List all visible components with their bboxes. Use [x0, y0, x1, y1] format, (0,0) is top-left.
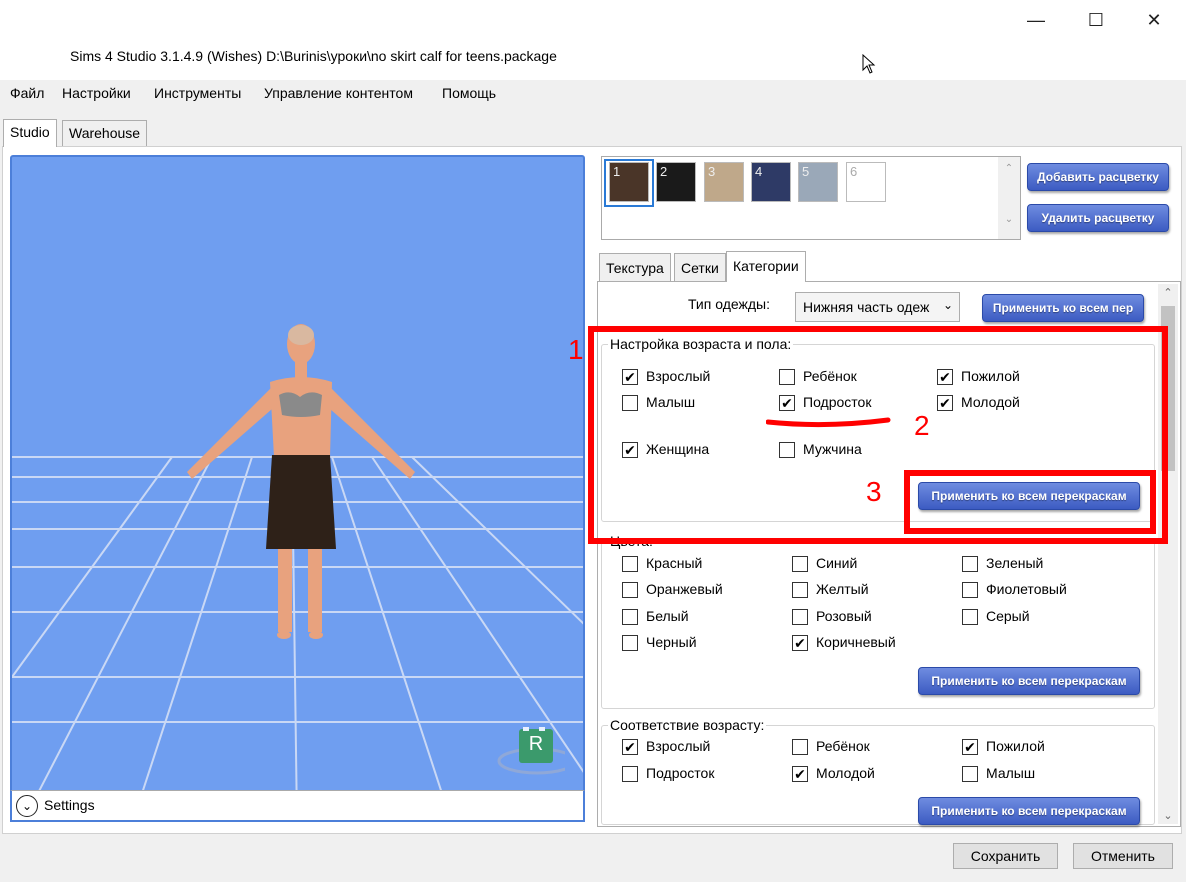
menu-tools[interactable]: Инструменты: [154, 85, 241, 101]
title-bar: [0, 0, 1186, 80]
color-label-10: Коричневый: [816, 634, 896, 650]
age-match-label-3: Подросток: [646, 765, 715, 781]
badge-letter: R: [528, 733, 544, 755]
color-label-1: Синий: [816, 555, 858, 571]
cancel-button[interactable]: Отменить: [1073, 843, 1173, 869]
color-label-7: Розовый: [816, 608, 872, 624]
tab-texture[interactable]: Текстура: [599, 253, 671, 281]
age-match-label-2: Пожилой: [986, 738, 1045, 754]
color-label-8: Серый: [986, 608, 1030, 624]
apply-clothing-type-button[interactable]: Применить ко всем пер: [982, 294, 1144, 322]
annotation-underline: [765, 414, 892, 428]
color-checkbox-7[interactable]: [792, 609, 808, 625]
menu-settings[interactable]: Настройки: [62, 85, 131, 101]
swatch-5[interactable]: 5: [798, 162, 838, 202]
maximize-button[interactable]: ☐: [1076, 6, 1116, 34]
age-match-label-0: Взрослый: [646, 738, 711, 754]
age-match-title: Соответствие возрасту:: [608, 717, 767, 733]
swatch-3[interactable]: 3: [704, 162, 744, 202]
swatch-4[interactable]: 4: [751, 162, 791, 202]
age-match-checkbox-2[interactable]: ✔: [962, 739, 978, 755]
tab-meshes[interactable]: Сетки: [674, 253, 726, 281]
settings-label: Settings: [44, 797, 95, 813]
age-match-checkbox-3[interactable]: [622, 766, 638, 782]
tab-categories[interactable]: Категории: [726, 251, 806, 282]
sim-model: [187, 324, 415, 639]
age-match-checkbox-5[interactable]: [962, 766, 978, 782]
color-checkbox-8[interactable]: [962, 609, 978, 625]
remove-swatch-button[interactable]: Удалить расцветку: [1027, 204, 1169, 232]
close-button[interactable]: ✕: [1134, 6, 1174, 34]
color-label-9: Черный: [646, 634, 697, 650]
age-match-label-1: Ребёнок: [816, 738, 870, 754]
annotation-3: 3: [866, 476, 882, 507]
color-checkbox-6[interactable]: [622, 609, 638, 625]
sim-badge-icon[interactable]: R: [497, 727, 577, 775]
mouse-cursor-icon: [862, 53, 876, 74]
clothing-type-label: Тип одежды:: [688, 296, 770, 312]
swatch-2[interactable]: 2: [656, 162, 696, 202]
minimize-button[interactable]: —: [1016, 6, 1056, 34]
swatch-6[interactable]: 6: [846, 162, 886, 202]
menu-help[interactable]: Помощь: [442, 85, 496, 101]
dropdown-chevron-icon: ⌄: [943, 298, 954, 312]
age-match-checkbox-1[interactable]: [792, 739, 808, 755]
color-label-2: Зеленый: [986, 555, 1044, 571]
age-match-label-4: Молодой: [816, 765, 875, 781]
apply-age-match-button[interactable]: Применить ко всем перекраскам: [918, 797, 1140, 825]
age-match-label-5: Малыш: [986, 765, 1036, 781]
color-label-3: Оранжевый: [646, 581, 723, 597]
save-button[interactable]: Сохранить: [953, 843, 1058, 869]
color-label-6: Белый: [646, 608, 689, 624]
color-label-0: Красный: [646, 555, 703, 571]
annotation-box-apply: [904, 470, 1156, 534]
color-checkbox-1[interactable]: [792, 556, 808, 572]
expand-chevron-icon[interactable]: ⌄: [16, 795, 38, 817]
color-checkbox-0[interactable]: [622, 556, 638, 572]
color-checkbox-5[interactable]: [962, 582, 978, 598]
color-checkbox-3[interactable]: [622, 582, 638, 598]
window-title: Sims 4 Studio 3.1.4.9 (Wishes) D:\Burini…: [70, 48, 557, 64]
annotation-2: 2: [914, 410, 930, 441]
tab-studio[interactable]: Studio: [3, 119, 57, 147]
apply-colors-button[interactable]: Применить ко всем перекраскам: [918, 667, 1140, 695]
age-match-checkbox-4[interactable]: ✔: [792, 766, 808, 782]
color-label-4: Желтый: [816, 581, 869, 597]
annotation-1: 1: [568, 334, 584, 365]
clothing-type-select[interactable]: Нижняя часть одеж ⌄: [795, 292, 960, 322]
menu-content-management[interactable]: Управление контентом: [264, 85, 413, 101]
tab-warehouse[interactable]: Warehouse: [62, 120, 148, 146]
swatch-scrollbar[interactable]: ⌃ ⌄: [998, 157, 1020, 239]
color-checkbox-10[interactable]: ✔: [792, 635, 808, 651]
color-checkbox-4[interactable]: [792, 582, 808, 598]
color-checkbox-9[interactable]: [622, 635, 638, 651]
preview-viewport[interactable]: R: [10, 155, 585, 822]
menu-file[interactable]: Файл: [10, 85, 44, 101]
color-checkbox-2[interactable]: [962, 556, 978, 572]
clothing-type-value: Нижняя часть одеж: [803, 299, 930, 315]
settings-bar[interactable]: ⌄ Settings: [10, 790, 585, 822]
color-label-5: Фиолетовый: [986, 581, 1067, 597]
age-match-checkbox-0[interactable]: ✔: [622, 739, 638, 755]
add-swatch-button[interactable]: Добавить расцветку: [1027, 163, 1169, 191]
swatch-1[interactable]: 1: [609, 162, 649, 202]
